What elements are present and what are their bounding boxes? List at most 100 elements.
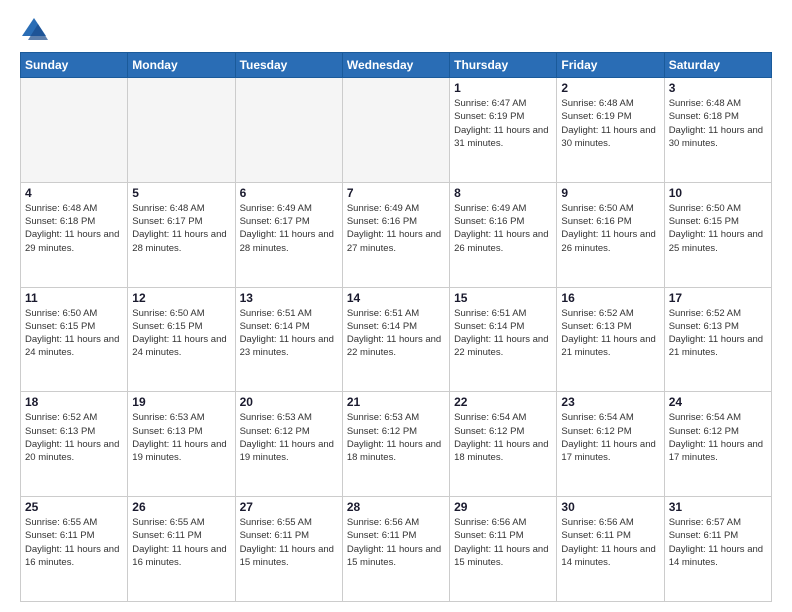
day-number: 9	[561, 186, 659, 200]
column-header-saturday: Saturday	[664, 53, 771, 78]
calendar-cell: 20Sunrise: 6:53 AMSunset: 6:12 PMDayligh…	[235, 392, 342, 497]
calendar-cell: 26 Sunrise: 6:55 AMSunset: 6:11 PMDayligh…	[128, 497, 235, 602]
calendar-cell: 31 Sunrise: 6:57 AMSunset: 6:11 PMDayligh…	[664, 497, 771, 602]
day-number: 15	[454, 291, 552, 305]
day-number: 24	[669, 395, 767, 409]
calendar-cell: 29Sunrise: 6:56 AMSunset: 6:11 PMDayligh…	[450, 497, 557, 602]
calendar-cell: 23 Sunrise: 6:54 AMSunset: 6:12 PMDayligh…	[557, 392, 664, 497]
day-info: Sunrise: 6:50 AMSunset: 6:15 PMDaylight:…	[669, 202, 767, 255]
day-number: 14	[347, 291, 445, 305]
calendar-cell	[235, 78, 342, 183]
calendar-cell: 8Sunrise: 6:49 AMSunset: 6:16 PMDaylight…	[450, 182, 557, 287]
calendar-header-row: SundayMondayTuesdayWednesdayThursdayFrid…	[21, 53, 772, 78]
day-info: Sunrise: 6:54 AMSunset: 6:12 PMDaylight:…	[561, 411, 659, 464]
day-info: Sunrise: 6:47 AMSunset: 6:19 PMDaylight:…	[454, 97, 552, 150]
day-info: Sunrise: 6:55 AMSunset: 6:11 PMDaylight:…	[25, 516, 123, 569]
day-number: 21	[347, 395, 445, 409]
calendar-cell: 17 Sunrise: 6:52 AMSunset: 6:13 PMDayligh…	[664, 287, 771, 392]
column-header-monday: Monday	[128, 53, 235, 78]
calendar-cell: 9 Sunrise: 6:50 AMSunset: 6:16 PMDaylight…	[557, 182, 664, 287]
calendar-week-3: 11Sunrise: 6:50 AMSunset: 6:15 PMDayligh…	[21, 287, 772, 392]
day-number: 6	[240, 186, 338, 200]
day-number: 16	[561, 291, 659, 305]
calendar-cell: 18 Sunrise: 6:52 AMSunset: 6:13 PMDayligh…	[21, 392, 128, 497]
calendar-cell: 12 Sunrise: 6:50 AMSunset: 6:15 PMDayligh…	[128, 287, 235, 392]
day-number: 23	[561, 395, 659, 409]
day-info: Sunrise: 6:52 AMSunset: 6:13 PMDaylight:…	[25, 411, 123, 464]
calendar-cell: 11Sunrise: 6:50 AMSunset: 6:15 PMDayligh…	[21, 287, 128, 392]
day-number: 19	[132, 395, 230, 409]
page: SundayMondayTuesdayWednesdayThursdayFrid…	[0, 0, 792, 612]
day-info: Sunrise: 6:48 AMSunset: 6:18 PMDaylight:…	[669, 97, 767, 150]
column-header-friday: Friday	[557, 53, 664, 78]
day-number: 30	[561, 500, 659, 514]
day-info: Sunrise: 6:54 AMSunset: 6:12 PMDaylight:…	[454, 411, 552, 464]
day-info: Sunrise: 6:49 AMSunset: 6:17 PMDaylight:…	[240, 202, 338, 255]
day-number: 22	[454, 395, 552, 409]
day-info: Sunrise: 6:49 AMSunset: 6:16 PMDaylight:…	[454, 202, 552, 255]
day-number: 3	[669, 81, 767, 95]
column-header-wednesday: Wednesday	[342, 53, 449, 78]
column-header-thursday: Thursday	[450, 53, 557, 78]
day-number: 17	[669, 291, 767, 305]
column-header-sunday: Sunday	[21, 53, 128, 78]
calendar-cell: 6 Sunrise: 6:49 AMSunset: 6:17 PMDaylight…	[235, 182, 342, 287]
calendar-cell: 16 Sunrise: 6:52 AMSunset: 6:13 PMDayligh…	[557, 287, 664, 392]
day-info: Sunrise: 6:55 AMSunset: 6:11 PMDaylight:…	[240, 516, 338, 569]
day-info: Sunrise: 6:57 AMSunset: 6:11 PMDaylight:…	[669, 516, 767, 569]
day-number: 1	[454, 81, 552, 95]
day-number: 10	[669, 186, 767, 200]
calendar-cell: 19 Sunrise: 6:53 AMSunset: 6:13 PMDayligh…	[128, 392, 235, 497]
day-number: 26	[132, 500, 230, 514]
day-info: Sunrise: 6:50 AMSunset: 6:15 PMDaylight:…	[25, 307, 123, 360]
day-number: 13	[240, 291, 338, 305]
calendar-cell	[21, 78, 128, 183]
day-info: Sunrise: 6:50 AMSunset: 6:15 PMDaylight:…	[132, 307, 230, 360]
day-info: Sunrise: 6:53 AMSunset: 6:13 PMDaylight:…	[132, 411, 230, 464]
calendar-cell: 5 Sunrise: 6:48 AMSunset: 6:17 PMDaylight…	[128, 182, 235, 287]
calendar-week-5: 25Sunrise: 6:55 AMSunset: 6:11 PMDayligh…	[21, 497, 772, 602]
logo-icon	[20, 16, 48, 44]
calendar-cell: 30 Sunrise: 6:56 AMSunset: 6:11 PMDayligh…	[557, 497, 664, 602]
calendar-cell: 21 Sunrise: 6:53 AMSunset: 6:12 PMDayligh…	[342, 392, 449, 497]
logo	[20, 16, 52, 44]
day-info: Sunrise: 6:48 AMSunset: 6:19 PMDaylight:…	[561, 97, 659, 150]
column-header-tuesday: Tuesday	[235, 53, 342, 78]
day-info: Sunrise: 6:48 AMSunset: 6:17 PMDaylight:…	[132, 202, 230, 255]
calendar-cell: 3 Sunrise: 6:48 AMSunset: 6:18 PMDaylight…	[664, 78, 771, 183]
day-number: 31	[669, 500, 767, 514]
day-info: Sunrise: 6:55 AMSunset: 6:11 PMDaylight:…	[132, 516, 230, 569]
calendar-week-4: 18 Sunrise: 6:52 AMSunset: 6:13 PMDayligh…	[21, 392, 772, 497]
day-number: 2	[561, 81, 659, 95]
calendar-cell: 10 Sunrise: 6:50 AMSunset: 6:15 PMDayligh…	[664, 182, 771, 287]
day-number: 5	[132, 186, 230, 200]
day-number: 12	[132, 291, 230, 305]
calendar-cell: 7Sunrise: 6:49 AMSunset: 6:16 PMDaylight…	[342, 182, 449, 287]
day-info: Sunrise: 6:50 AMSunset: 6:16 PMDaylight:…	[561, 202, 659, 255]
day-number: 7	[347, 186, 445, 200]
calendar-cell: 1 Sunrise: 6:47 AMSunset: 6:19 PMDaylight…	[450, 78, 557, 183]
day-info: Sunrise: 6:51 AMSunset: 6:14 PMDaylight:…	[454, 307, 552, 360]
day-info: Sunrise: 6:53 AMSunset: 6:12 PMDaylight:…	[240, 411, 338, 464]
calendar-cell: 15 Sunrise: 6:51 AMSunset: 6:14 PMDayligh…	[450, 287, 557, 392]
day-info: Sunrise: 6:56 AMSunset: 6:11 PMDaylight:…	[561, 516, 659, 569]
calendar-cell: 27 Sunrise: 6:55 AMSunset: 6:11 PMDayligh…	[235, 497, 342, 602]
calendar-cell: 14Sunrise: 6:51 AMSunset: 6:14 PMDayligh…	[342, 287, 449, 392]
calendar-week-1: 1 Sunrise: 6:47 AMSunset: 6:19 PMDaylight…	[21, 78, 772, 183]
calendar-cell	[128, 78, 235, 183]
day-number: 28	[347, 500, 445, 514]
day-info: Sunrise: 6:53 AMSunset: 6:12 PMDaylight:…	[347, 411, 445, 464]
day-info: Sunrise: 6:56 AMSunset: 6:11 PMDaylight:…	[454, 516, 552, 569]
day-info: Sunrise: 6:54 AMSunset: 6:12 PMDaylight:…	[669, 411, 767, 464]
day-number: 18	[25, 395, 123, 409]
day-info: Sunrise: 6:56 AMSunset: 6:11 PMDaylight:…	[347, 516, 445, 569]
day-number: 27	[240, 500, 338, 514]
day-number: 4	[25, 186, 123, 200]
calendar-week-2: 4 Sunrise: 6:48 AMSunset: 6:18 PMDaylight…	[21, 182, 772, 287]
day-info: Sunrise: 6:52 AMSunset: 6:13 PMDaylight:…	[669, 307, 767, 360]
calendar-cell: 2 Sunrise: 6:48 AMSunset: 6:19 PMDaylight…	[557, 78, 664, 183]
calendar-cell: 22 Sunrise: 6:54 AMSunset: 6:12 PMDayligh…	[450, 392, 557, 497]
day-info: Sunrise: 6:48 AMSunset: 6:18 PMDaylight:…	[25, 202, 123, 255]
calendar-cell: 24 Sunrise: 6:54 AMSunset: 6:12 PMDayligh…	[664, 392, 771, 497]
day-info: Sunrise: 6:52 AMSunset: 6:13 PMDaylight:…	[561, 307, 659, 360]
